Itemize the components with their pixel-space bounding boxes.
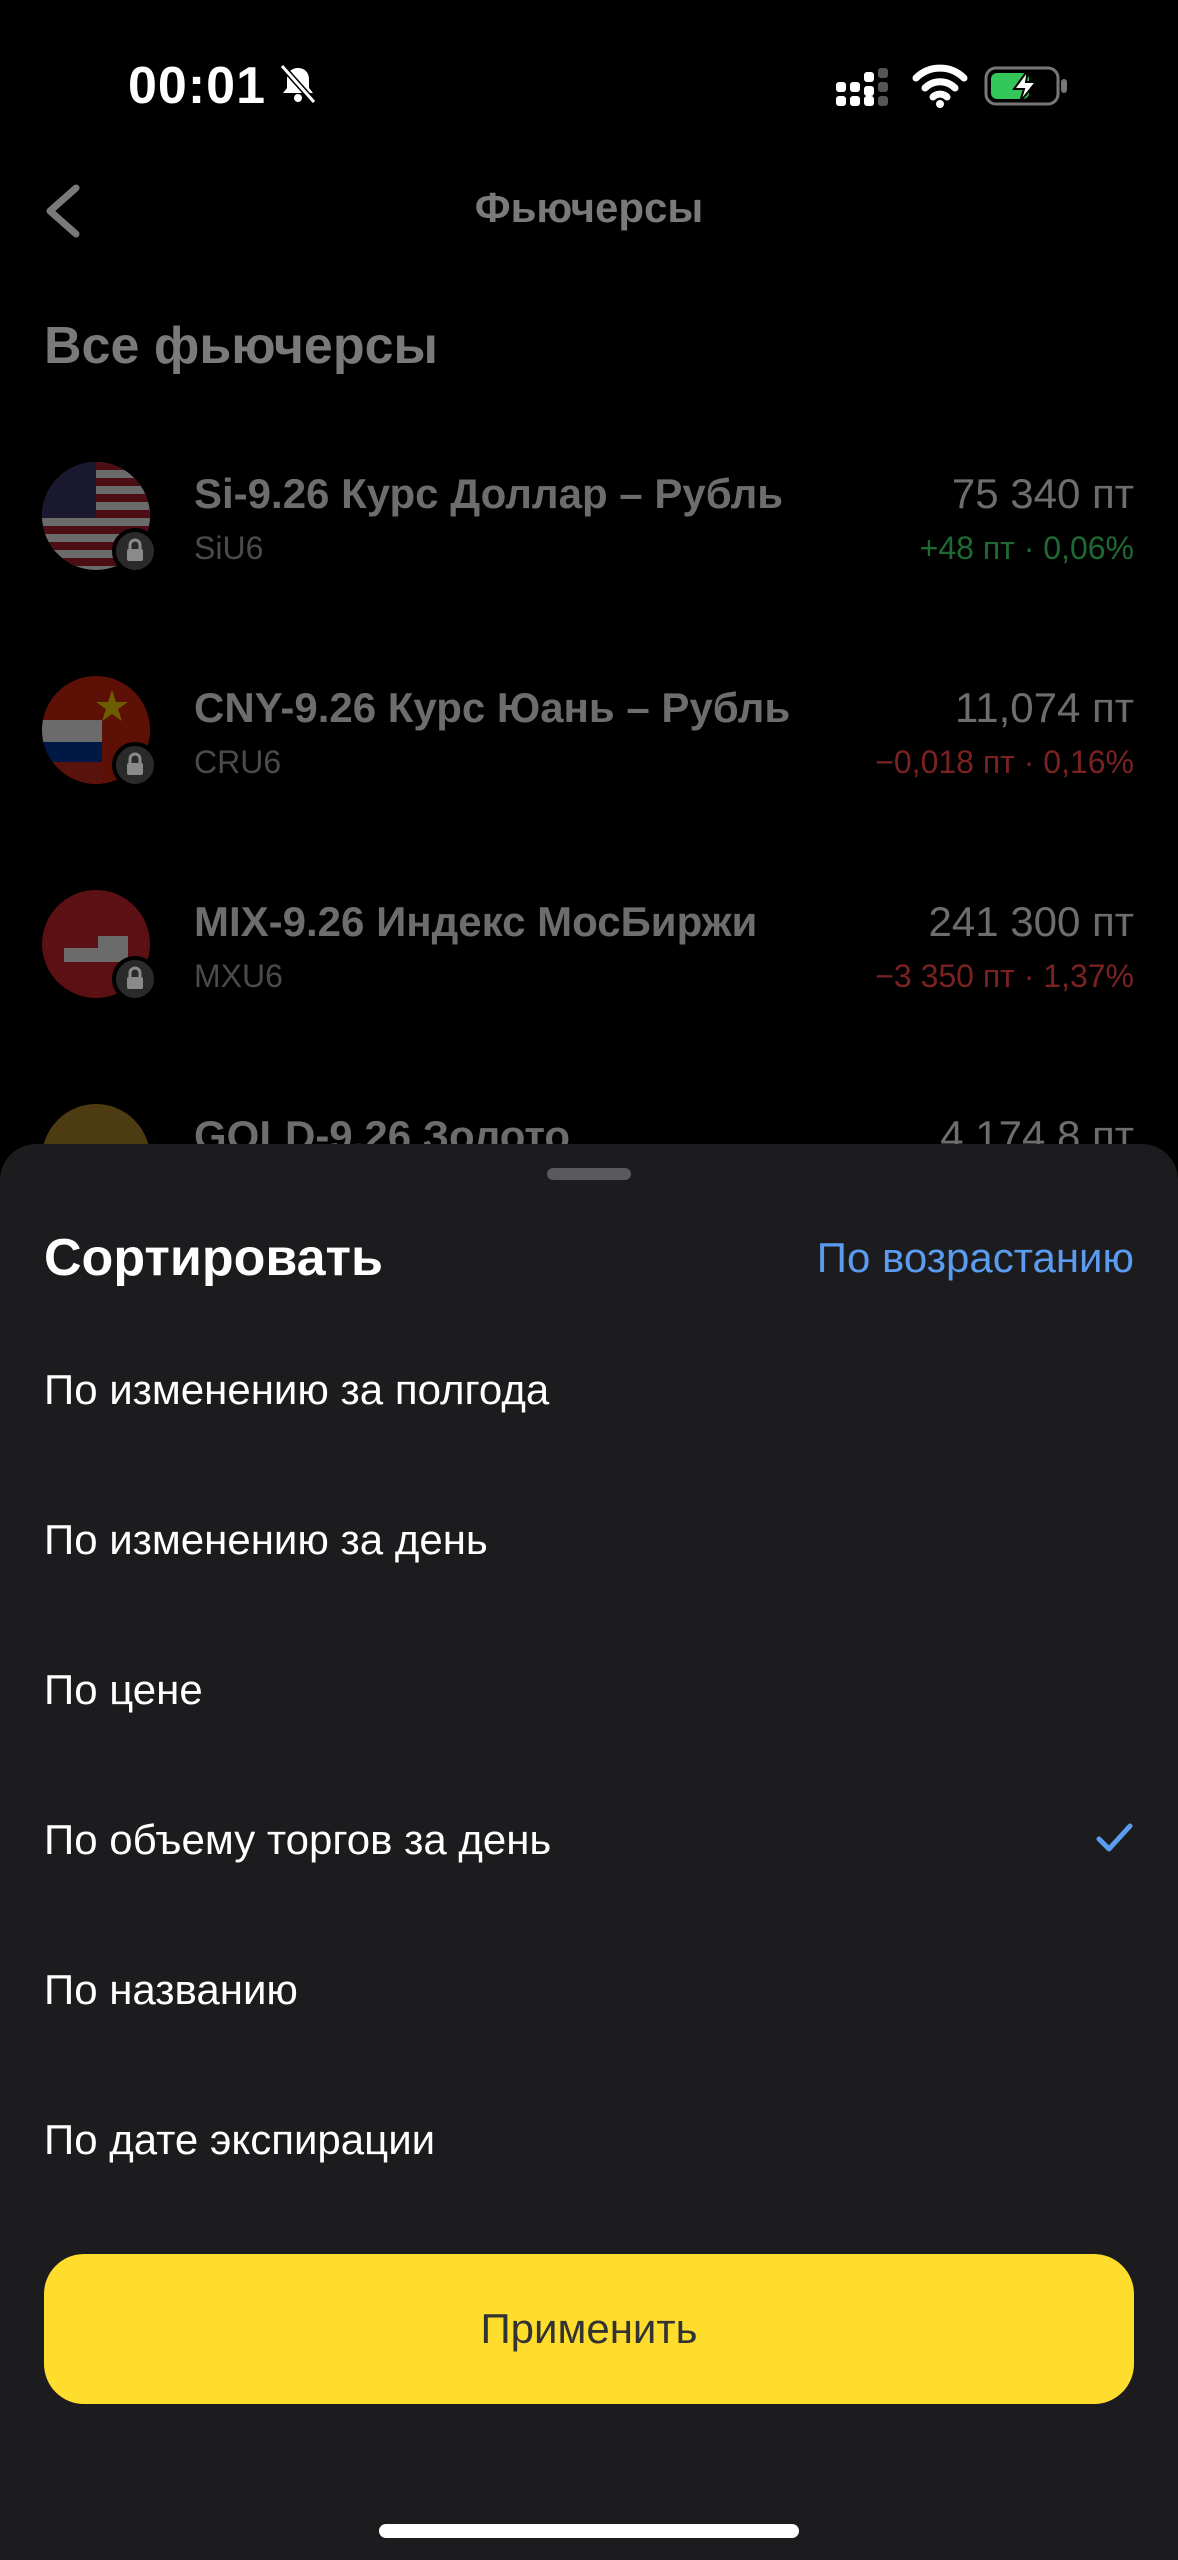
futures-price: 75 340 пт: [951, 470, 1134, 517]
futures-name: CNY-9.26 Курс Юань – Рубль: [194, 684, 791, 731]
futures-name: MIX-9.26 Индекс МосБиржи: [194, 898, 758, 945]
checkmark-icon: [1096, 1823, 1133, 1852]
futures-change: −0,018 пт · 0,16%: [875, 744, 1134, 780]
sort-option-day-volume[interactable]: По объему торгов за день: [0, 1770, 1178, 1920]
lock-icon: [112, 528, 158, 574]
futures-row-cny[interactable]: CNY-9.26 Курс Юань – Рубль CRU6 11,074 п…: [0, 676, 1178, 876]
sort-option-day-change[interactable]: По изменению за день: [0, 1470, 1178, 1620]
sort-option-price[interactable]: По цене: [0, 1620, 1178, 1770]
status-time: 00:01: [128, 57, 266, 115]
sort-option-label: По дате экспирации: [44, 2116, 436, 2163]
futures-change: −3 350 пт · 1,37%: [875, 958, 1134, 994]
section-title: Все фьючерсы: [44, 317, 438, 375]
futures-row-mix[interactable]: MIX-9.26 Индекс МосБиржи MXU6 241 300 пт…: [0, 890, 1178, 1090]
wifi-icon: [912, 64, 968, 108]
sort-option-label: По объему торгов за день: [44, 1816, 552, 1863]
nav-title: Фьючерсы: [474, 184, 704, 231]
sort-option-expiration-date[interactable]: По дате экспирации: [0, 2070, 1178, 2220]
futures-ticker: CRU6: [194, 744, 282, 780]
home-indicator: [379, 2524, 799, 2538]
futures-change: +48 пт · 0,06%: [919, 530, 1134, 566]
sort-direction-toggle[interactable]: По возрастанию: [817, 1234, 1134, 1282]
signal-icon: [836, 68, 888, 106]
sort-option-label: По названию: [44, 1966, 298, 2013]
status-bar: 00:01: [0, 0, 1178, 160]
futures-name: Si-9.26 Курс Доллар – Рубль: [194, 470, 784, 517]
apply-button[interactable]: Применить: [44, 2254, 1134, 2404]
lock-icon: [112, 742, 158, 788]
futures-price: 241 300 пт: [928, 898, 1134, 945]
sheet-title: Сортировать: [44, 1229, 383, 1287]
sort-option-name[interactable]: По названию: [0, 1920, 1178, 2070]
sort-bottom-sheet: Сортировать По возрастанию По изменению …: [0, 1144, 1178, 2560]
sort-option-label: По изменению за полгода: [44, 1366, 550, 1413]
futures-ticker: SiU6: [194, 530, 264, 566]
sheet-grabber[interactable]: [547, 1168, 631, 1180]
sort-option-label: По изменению за день: [44, 1516, 488, 1563]
sort-option-half-year-change[interactable]: По изменению за полгода: [0, 1320, 1178, 1470]
bell-muted-icon: [279, 64, 317, 104]
futures-price: 11,074 пт: [955, 684, 1134, 731]
futures-row-si[interactable]: Si-9.26 Курс Доллар – Рубль SiU6 75 340 …: [0, 462, 1178, 662]
sort-option-label: По цене: [44, 1666, 203, 1713]
lock-icon: [112, 956, 158, 1002]
futures-ticker: MXU6: [194, 958, 283, 994]
battery-charging-icon: [984, 66, 1067, 106]
